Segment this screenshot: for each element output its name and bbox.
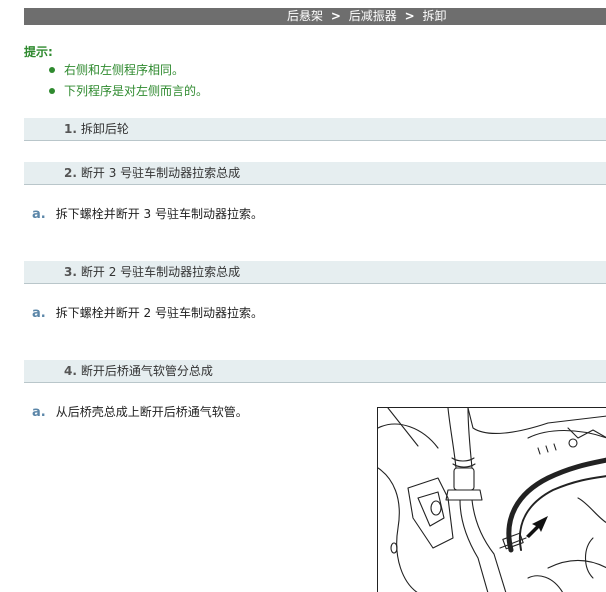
bullet-icon <box>49 67 55 73</box>
substep-text: 从后桥壳总成上断开后桥通气软管。 <box>55 405 248 419</box>
breadcrumb-suspension: 后悬架 <box>287 9 324 23</box>
substep-text: 拆下螺栓并断开 3 号驻车制动器拉索。 <box>55 207 263 221</box>
step-number: 1. <box>64 122 77 136</box>
step-title: 断开 3 号驻车制动器拉索总成 <box>80 166 241 180</box>
hint-title: 提示: <box>24 45 53 59</box>
substep-3a: a. 拆下螺栓并断开 2 号驻车制动器拉索。 <box>32 305 263 322</box>
substep-4a: a. 从后桥壳总成上断开后桥通气软管。 <box>32 404 248 421</box>
breadcrumb-separator: > <box>330 9 341 23</box>
step-header-2: 2. 断开 3 号驻车制动器拉索总成 <box>24 162 606 185</box>
hint-item: 下列程序是对左侧而言的。 <box>48 83 208 104</box>
hint-item: 右侧和左侧程序相同。 <box>48 62 208 83</box>
step-number: 4. <box>64 364 77 378</box>
step-title: 拆卸后轮 <box>80 122 129 136</box>
substep-letter: a. <box>32 207 46 222</box>
substep-2a: a. 拆下螺栓并断开 3 号驻车制动器拉索。 <box>32 206 263 223</box>
step-header-1: 1. 拆卸后轮 <box>24 118 606 141</box>
substep-letter: a. <box>32 405 46 420</box>
step-number: 3. <box>64 265 77 279</box>
hint-list: 右侧和左侧程序相同。 下列程序是对左侧而言的。 <box>48 62 208 104</box>
substep-letter: a. <box>32 306 46 321</box>
breadcrumb-separator: > <box>404 9 415 23</box>
step-number: 2. <box>64 166 77 180</box>
step-header-3: 3. 断开 2 号驻车制动器拉索总成 <box>24 261 606 284</box>
step-title: 断开 2 号驻车制动器拉索总成 <box>80 265 241 279</box>
breadcrumb-removal: 拆卸 <box>422 9 447 23</box>
breadcrumb-shock-absorber: 后减振器 <box>348 9 397 23</box>
step-header-4: 4. 断开后桥通气软管分总成 <box>24 360 606 383</box>
breadcrumb: 后悬架 > 后减振器 > 拆卸 <box>24 8 606 25</box>
step-title: 断开后桥通气软管分总成 <box>80 364 213 378</box>
line-drawing <box>378 408 606 592</box>
bullet-icon <box>49 88 55 94</box>
substep-text: 拆下螺栓并断开 2 号驻车制动器拉索。 <box>55 306 263 320</box>
breather-hose-illustration <box>377 407 606 592</box>
